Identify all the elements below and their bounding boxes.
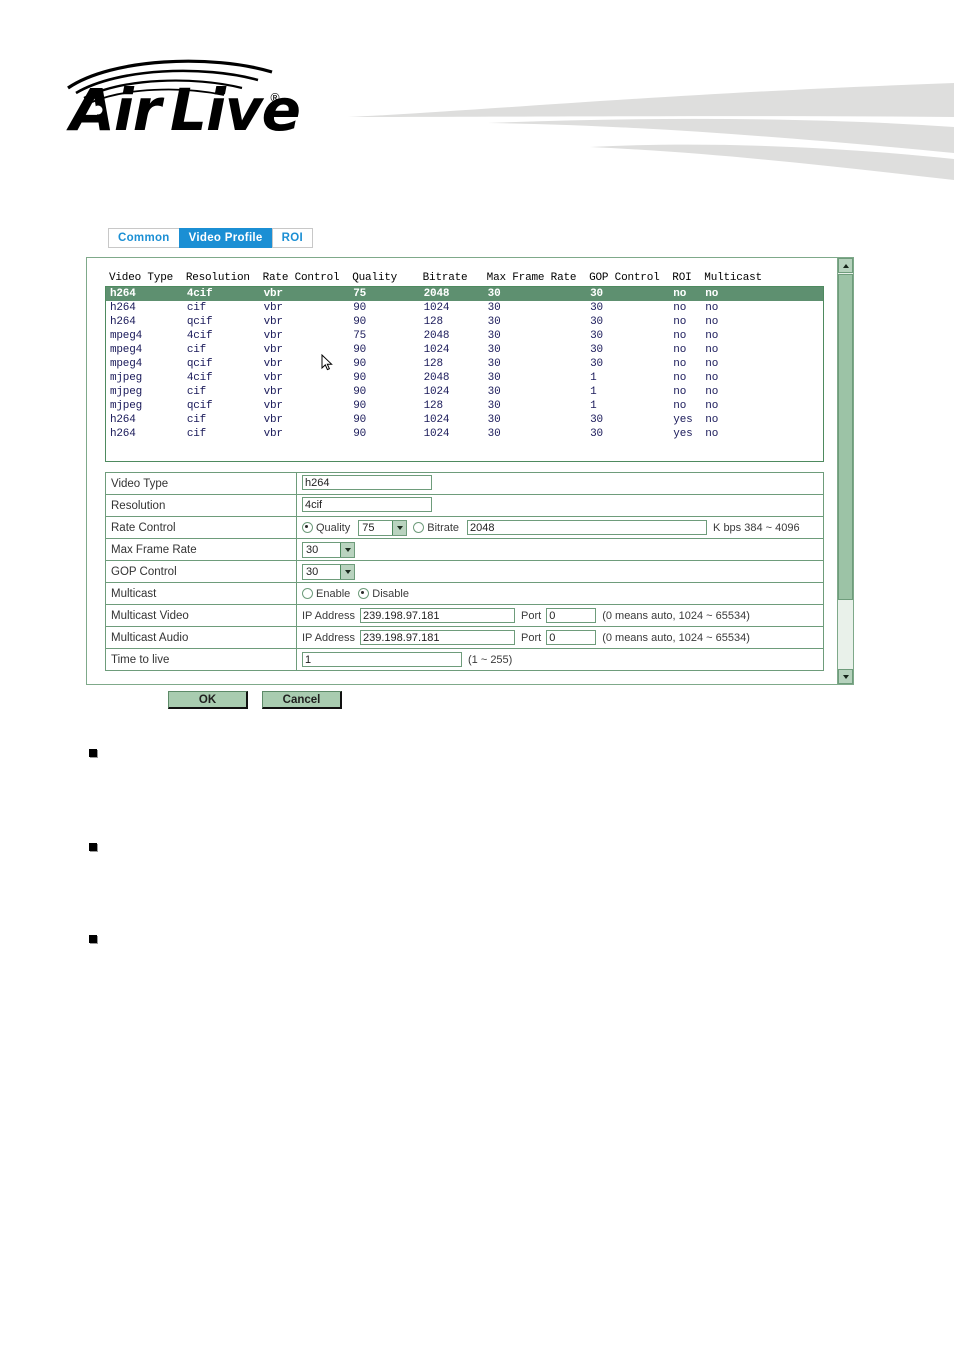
- form-actions: OK Cancel: [168, 691, 342, 709]
- svg-text:Air: Air: [66, 76, 165, 144]
- multicast-audio-port-label: Port: [521, 631, 542, 644]
- tab-video-profile[interactable]: Video Profile: [178, 228, 272, 248]
- table-row[interactable]: mpeg4 4cif vbr 75 2048 30 30 no no: [106, 329, 823, 343]
- gop-control-label: GOP Control: [105, 560, 297, 583]
- rate-control-hint: K bps 384 ~ 4096: [713, 521, 800, 534]
- multicast-audio-label: Multicast Audio: [105, 626, 297, 649]
- page-header: Air Live ®: [0, 0, 954, 185]
- form-row-multicast-video: Multicast Video IP Address 239.198.97.18…: [105, 604, 824, 627]
- gop-control-select[interactable]: 30: [302, 563, 355, 580]
- max-frame-rate-cell: 30: [296, 538, 824, 561]
- form-row-multicast: Multicast Enable Disable: [105, 582, 824, 605]
- bitrate-radio-label: Bitrate: [427, 521, 460, 534]
- profile-list-header: Video Type Resolution Rate Control Quali…: [109, 272, 762, 284]
- multicast-video-ip-label: IP Address: [302, 609, 355, 622]
- quality-select[interactable]: 75: [358, 519, 408, 536]
- scrollbar-thumb[interactable]: [838, 274, 853, 600]
- time-to-live-cell: 1 (1 ~ 255): [296, 648, 824, 671]
- quality-select-value: 75: [362, 521, 375, 534]
- bullet-marker-3: [89, 935, 97, 943]
- video-type-label: Video Type: [105, 472, 297, 495]
- table-row[interactable]: h264 qcif vbr 90 128 30 30 no no: [106, 315, 823, 329]
- profile-settings-form: Video Type h264 Resolution 4cif Rate Con…: [105, 472, 824, 671]
- video-type-field[interactable]: h264: [302, 474, 432, 490]
- form-row-max-frame-rate: Max Frame Rate 30: [105, 538, 824, 561]
- table-row[interactable]: h264 cif vbr 90 1024 30 30 yes no: [106, 413, 823, 427]
- bitrate-radio[interactable]: [413, 522, 425, 533]
- rate-control-cell: Quality 75 Bitrate 2048 K bps 384 ~ 4096: [296, 516, 824, 539]
- time-to-live-label: Time to live: [105, 648, 297, 671]
- form-row-time-to-live: Time to live 1 (1 ~ 255): [105, 648, 824, 671]
- panel-vertical-scrollbar[interactable]: [837, 258, 853, 684]
- multicast-disable-label: Disable: [372, 587, 409, 600]
- cancel-button[interactable]: Cancel: [262, 691, 342, 709]
- table-row[interactable]: h264 4cif vbr 75 2048 30 30 no no: [106, 287, 823, 301]
- profile-list[interactable]: h264 4cif vbr 75 2048 30 30 no no h264 c…: [105, 286, 824, 462]
- table-row[interactable]: mjpeg cif vbr 90 1024 30 1 no no: [106, 385, 823, 399]
- video-profile-panel: Video Type Resolution Rate Control Quali…: [86, 257, 854, 685]
- tab-common[interactable]: Common: [108, 228, 179, 248]
- multicast-cell: Enable Disable: [296, 582, 824, 605]
- header-swoosh-graphic: [340, 55, 954, 180]
- multicast-audio-ip-field[interactable]: 239.198.97.181: [360, 630, 515, 645]
- time-to-live-hint: (1 ~ 255): [468, 653, 513, 666]
- time-to-live-field[interactable]: 1: [302, 652, 462, 667]
- max-frame-rate-select[interactable]: 30: [302, 541, 355, 558]
- chevron-down-icon[interactable]: [340, 542, 354, 557]
- tab-roi[interactable]: ROI: [271, 228, 313, 248]
- panel-scroll-viewport: Video Type Resolution Rate Control Quali…: [87, 258, 836, 684]
- multicast-audio-cell: IP Address 239.198.97.181 Port 0 (0 mean…: [296, 626, 824, 649]
- scroll-up-arrow-icon[interactable]: [838, 258, 853, 273]
- bitrate-field[interactable]: 2048: [467, 520, 708, 535]
- quality-radio[interactable]: [302, 522, 313, 533]
- multicast-video-port-field[interactable]: 0: [546, 608, 597, 623]
- table-row[interactable]: mpeg4 cif vbr 90 1024 30 30 no no: [106, 343, 823, 357]
- multicast-enable-label: Enable: [316, 587, 351, 600]
- multicast-video-cell: IP Address 239.198.97.181 Port 0 (0 mean…: [296, 604, 824, 627]
- ok-button[interactable]: OK: [168, 691, 248, 709]
- gop-control-value: 30: [306, 565, 319, 578]
- form-row-gop-control: GOP Control 30: [105, 560, 824, 583]
- form-row-rate-control: Rate Control Quality 75 Bitrate 2048 K b…: [105, 516, 824, 539]
- mouse-cursor-icon: [321, 353, 333, 372]
- quality-radio-label: Quality: [316, 521, 351, 534]
- table-row[interactable]: mpeg4 qcif vbr 90 128 30 30 no no: [106, 357, 823, 371]
- svg-text:®: ®: [269, 91, 281, 105]
- rate-control-label: Rate Control: [105, 516, 297, 539]
- table-row[interactable]: h264 cif vbr 90 1024 30 30 yes no: [106, 427, 823, 441]
- multicast-audio-ip-label: IP Address: [302, 631, 355, 644]
- video-type-cell: h264: [296, 472, 824, 495]
- resolution-field[interactable]: 4cif: [302, 496, 432, 512]
- form-row-multicast-audio: Multicast Audio IP Address 239.198.97.18…: [105, 626, 824, 649]
- max-frame-rate-value: 30: [306, 543, 319, 556]
- multicast-enable-radio[interactable]: [302, 588, 313, 599]
- table-row[interactable]: h264 cif vbr 90 1024 30 30 no no: [106, 301, 823, 315]
- multicast-video-label: Multicast Video: [105, 604, 297, 627]
- multicast-audio-port-field[interactable]: 0: [546, 630, 597, 645]
- gop-control-cell: 30: [296, 560, 824, 583]
- multicast-audio-hint: (0 means auto, 1024 ~ 65534): [602, 631, 750, 644]
- airlive-logo: Air Live ®: [62, 52, 362, 152]
- bullet-marker-2: [89, 843, 97, 851]
- settings-tabs: Common Video Profile ROI: [108, 228, 313, 248]
- svg-text:Live: Live: [170, 76, 300, 144]
- multicast-video-port-label: Port: [521, 609, 542, 622]
- multicast-label: Multicast: [105, 582, 297, 605]
- multicast-disable-radio[interactable]: [358, 588, 370, 599]
- chevron-down-icon[interactable]: [340, 564, 354, 579]
- multicast-video-ip-field[interactable]: 239.198.97.181: [360, 608, 515, 623]
- table-row[interactable]: mjpeg 4cif vbr 90 2048 30 1 no no: [106, 371, 823, 385]
- max-frame-rate-label: Max Frame Rate: [105, 538, 297, 561]
- form-row-video-type: Video Type h264: [105, 472, 824, 495]
- chevron-down-icon[interactable]: [392, 520, 407, 535]
- multicast-video-hint: (0 means auto, 1024 ~ 65534): [602, 609, 750, 622]
- resolution-label: Resolution: [105, 494, 297, 517]
- table-row[interactable]: mjpeg qcif vbr 90 128 30 1 no no: [106, 399, 823, 413]
- bullet-marker-1: [89, 749, 97, 757]
- scroll-down-arrow-icon[interactable]: [838, 669, 853, 684]
- form-row-resolution: Resolution 4cif: [105, 494, 824, 517]
- resolution-cell: 4cif: [296, 494, 824, 517]
